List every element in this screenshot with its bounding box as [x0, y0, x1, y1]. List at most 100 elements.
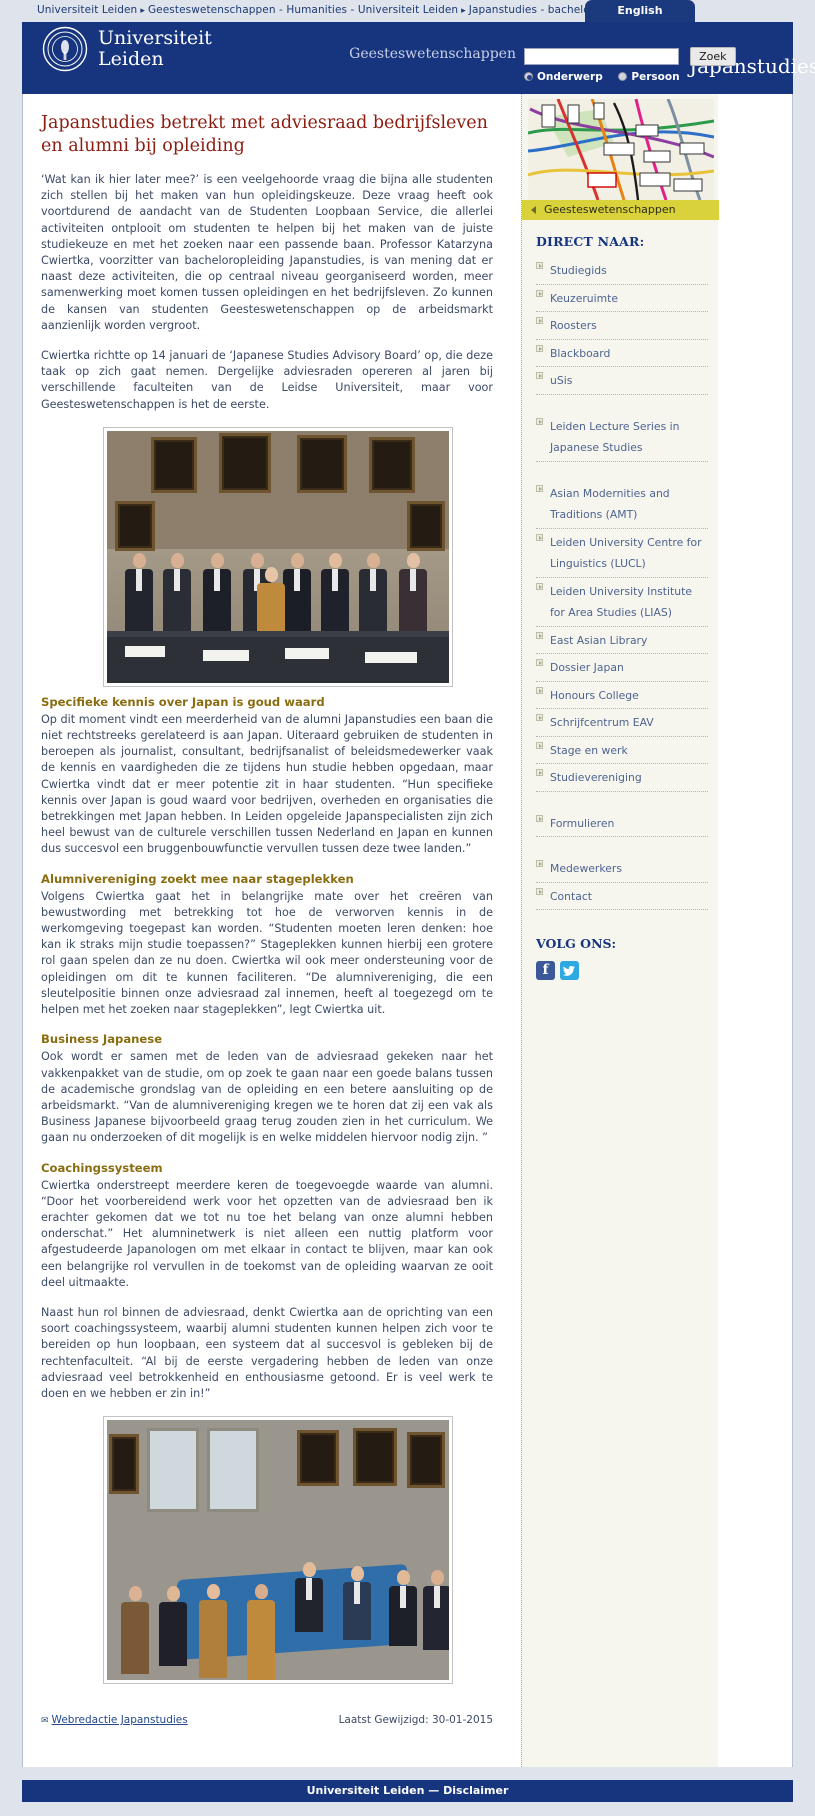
list-bullet-icon	[536, 289, 543, 297]
article-colophon: ✉ Webredactie Japanstudies Laatst Gewijzi…	[41, 1714, 493, 1726]
list-bullet-icon	[536, 686, 543, 694]
sidebar-link[interactable]: Roosters	[550, 319, 597, 332]
radio-onderwerp-label: Onderwerp	[537, 71, 603, 83]
sidebar-item-amt[interactable]: Asian Modernities and Traditions (AMT)	[536, 480, 708, 529]
list-bullet-icon	[536, 769, 543, 776]
section-body-4: Cwiertka onderstreept meerdere keren de …	[41, 1178, 493, 1289]
sidebar-item-roosters[interactable]: Roosters	[536, 312, 708, 340]
sidebar-link[interactable]: Medewerkers	[550, 862, 622, 875]
sidebar-item-keuzeruimte[interactable]: Keuzeruimte	[536, 285, 708, 312]
site-header: Universiteit Leiden Japanstudies Geestes…	[22, 22, 815, 94]
breadcrumb-item-1[interactable]: Universiteit Leiden	[37, 4, 137, 16]
sidebar-link[interactable]: Dossier Japan	[550, 661, 624, 674]
intro-paragraph-1: ‘Wat kan ik hier later mee?’ is een veel…	[41, 173, 493, 332]
search-button[interactable]: Zoek	[690, 47, 736, 66]
site-logo[interactable]: Universiteit Leiden	[42, 26, 212, 72]
logo-text: Universiteit Leiden	[98, 28, 212, 70]
sidebar-link[interactable]: Leiden University Institute for Area Stu…	[550, 585, 692, 620]
list-bullet-icon	[536, 417, 543, 425]
sidebar-item-east-asian-library[interactable]: East Asian Library	[536, 627, 708, 654]
social-links: f	[536, 961, 708, 980]
advisory-board-meeting-photo	[107, 1420, 449, 1681]
sidebar-link[interactable]: Leiden University Centre for Linguistics…	[550, 536, 702, 571]
search-box: Zoek Onderwerp Persoon	[524, 46, 779, 83]
radio-option-persoon[interactable]: Persoon	[618, 71, 680, 83]
sidebar-item-formulieren[interactable]: Formulieren	[536, 810, 708, 837]
list-bullet-icon	[536, 533, 543, 541]
radio-onderwerp-icon[interactable]	[524, 72, 533, 81]
sidebar-link[interactable]: East Asian Library	[550, 634, 647, 647]
breadcrumb-item-2[interactable]: Geesteswetenschappen - Humanities - Univ…	[148, 4, 458, 16]
sidebar-item-usis[interactable]: uSis	[536, 367, 708, 395]
sidebar-item-leiden-lecture-series[interactable]: Leiden Lecture Series in Japanese Studie…	[536, 413, 708, 462]
sidebar-item-lias[interactable]: Leiden University Institute for Area Stu…	[536, 578, 708, 627]
article-photo-1	[103, 426, 453, 687]
article-photo-2	[103, 1416, 453, 1685]
sidebar-link[interactable]: Blackboard	[550, 347, 610, 360]
section-heading-3: Business Japanese	[41, 1032, 163, 1047]
language-switch-tab[interactable]: English	[585, 0, 695, 22]
sidebar-link[interactable]: Keuzeruimte	[550, 292, 618, 305]
sidebar-item-stage-en-werk[interactable]: Stage en werk	[536, 737, 708, 764]
last-modified-label: Laatst Gewijzigd: 30-01-2015	[338, 1714, 493, 1727]
sidebar-group-4: Formulieren	[536, 810, 708, 837]
radio-option-onderwerp[interactable]: Onderwerp	[524, 71, 603, 83]
sidebar-link[interactable]: Schrijfcentrum EAV	[550, 716, 654, 729]
main-content: Japanstudies betrekt met adviesraad bedr…	[41, 94, 493, 1750]
facebook-icon[interactable]: f	[536, 961, 555, 980]
list-bullet-icon	[536, 741, 543, 749]
section-heading-2: Alumnivereniging zoekt mee naar stageple…	[41, 871, 354, 886]
sidebar-inner: DIRECT NAAR: Studiegids Keuzeruimte Roos…	[522, 220, 718, 1690]
sidebar-item-studiegids[interactable]: Studiegids	[536, 257, 708, 285]
list-bullet-icon	[536, 372, 543, 379]
sidebar-group-1: Studiegids Keuzeruimte Roosters Blackboa…	[536, 257, 708, 395]
faculty-bar-label: Geesteswetenschappen	[544, 203, 676, 216]
sidebar-item-contact[interactable]: Contact	[536, 883, 708, 910]
search-input[interactable]	[524, 48, 679, 65]
list-bullet-icon	[536, 344, 543, 352]
sidebar-link[interactable]: Asian Modernities and Traditions (AMT)	[550, 487, 670, 522]
follow-us-heading: VOLG ONS:	[536, 936, 617, 951]
sidebar-link[interactable]: Studiegids	[550, 264, 607, 277]
sidebar-item-dossier-japan[interactable]: Dossier Japan	[536, 654, 708, 682]
sidebar-item-blackboard[interactable]: Blackboard	[536, 340, 708, 367]
direct-links-heading: DIRECT NAAR:	[536, 234, 645, 249]
search-scope-radios: Onderwerp Persoon	[524, 71, 779, 83]
faculty-bar[interactable]: Geesteswetenschappen	[522, 200, 719, 220]
site-footer: Universiteit Leiden — Disclaimer	[22, 1780, 793, 1802]
sidebar-item-honours-college[interactable]: Honours College	[536, 682, 708, 709]
footer-disclaimer-link[interactable]: Universiteit Leiden — Disclaimer	[307, 1784, 509, 1797]
sidebar-item-lucl[interactable]: Leiden University Centre for Linguistics…	[536, 529, 708, 578]
section-heading-1: Specifieke kennis over Japan is goud waa…	[41, 694, 325, 709]
list-bullet-icon	[536, 887, 543, 895]
sidebar-link[interactable]: Studievereniging	[550, 771, 642, 784]
sidebar-link[interactable]: Contact	[550, 890, 592, 903]
editor-link[interactable]: Webredactie Japanstudies	[52, 1714, 188, 1726]
page-title: Japanstudies betrekt met adviesraad bedr…	[41, 113, 488, 156]
section-body-1: Op dit moment vindt een meerderheid van …	[41, 712, 493, 856]
sidebar-link[interactable]: Stage en werk	[550, 744, 628, 757]
sidebar-item-studievereniging[interactable]: Studievereniging	[536, 764, 708, 792]
twitter-icon[interactable]	[560, 961, 579, 980]
sidebar-item-medewerkers[interactable]: Medewerkers	[536, 855, 708, 883]
unit-title-block: Japanstudies Geesteswetenschappen	[349, 44, 815, 78]
editor-contact[interactable]: ✉ Webredactie Japanstudies	[41, 1714, 188, 1726]
logo-line-2: Leiden	[98, 48, 164, 70]
list-bullet-icon	[536, 631, 543, 639]
list-bullet-icon	[536, 814, 543, 822]
sidebar-link[interactable]: uSis	[550, 374, 572, 387]
chevron-left-icon	[531, 206, 536, 214]
radio-persoon-icon[interactable]	[618, 72, 628, 81]
sidebar-link[interactable]: Honours College	[550, 689, 639, 702]
sidebar-link[interactable]: Leiden Lecture Series in Japanese Studie…	[550, 420, 679, 455]
page-panel: Japanstudies betrekt met adviesraad bedr…	[22, 94, 793, 1767]
breadcrumb-separator-icon: ▸	[461, 6, 466, 16]
sidebar-link[interactable]: Formulieren	[550, 817, 614, 830]
section-heading-4: Coachingssysteem	[41, 1160, 163, 1175]
section-body-3: Ook wordt er samen met de leden van de a…	[41, 1050, 493, 1145]
sidebar-item-schrijfcentrum-eav[interactable]: Schrijfcentrum EAV	[536, 709, 708, 737]
top-breadcrumb-bar: Universiteit Leiden ▸ Geesteswetenschappen…	[0, 0, 815, 22]
